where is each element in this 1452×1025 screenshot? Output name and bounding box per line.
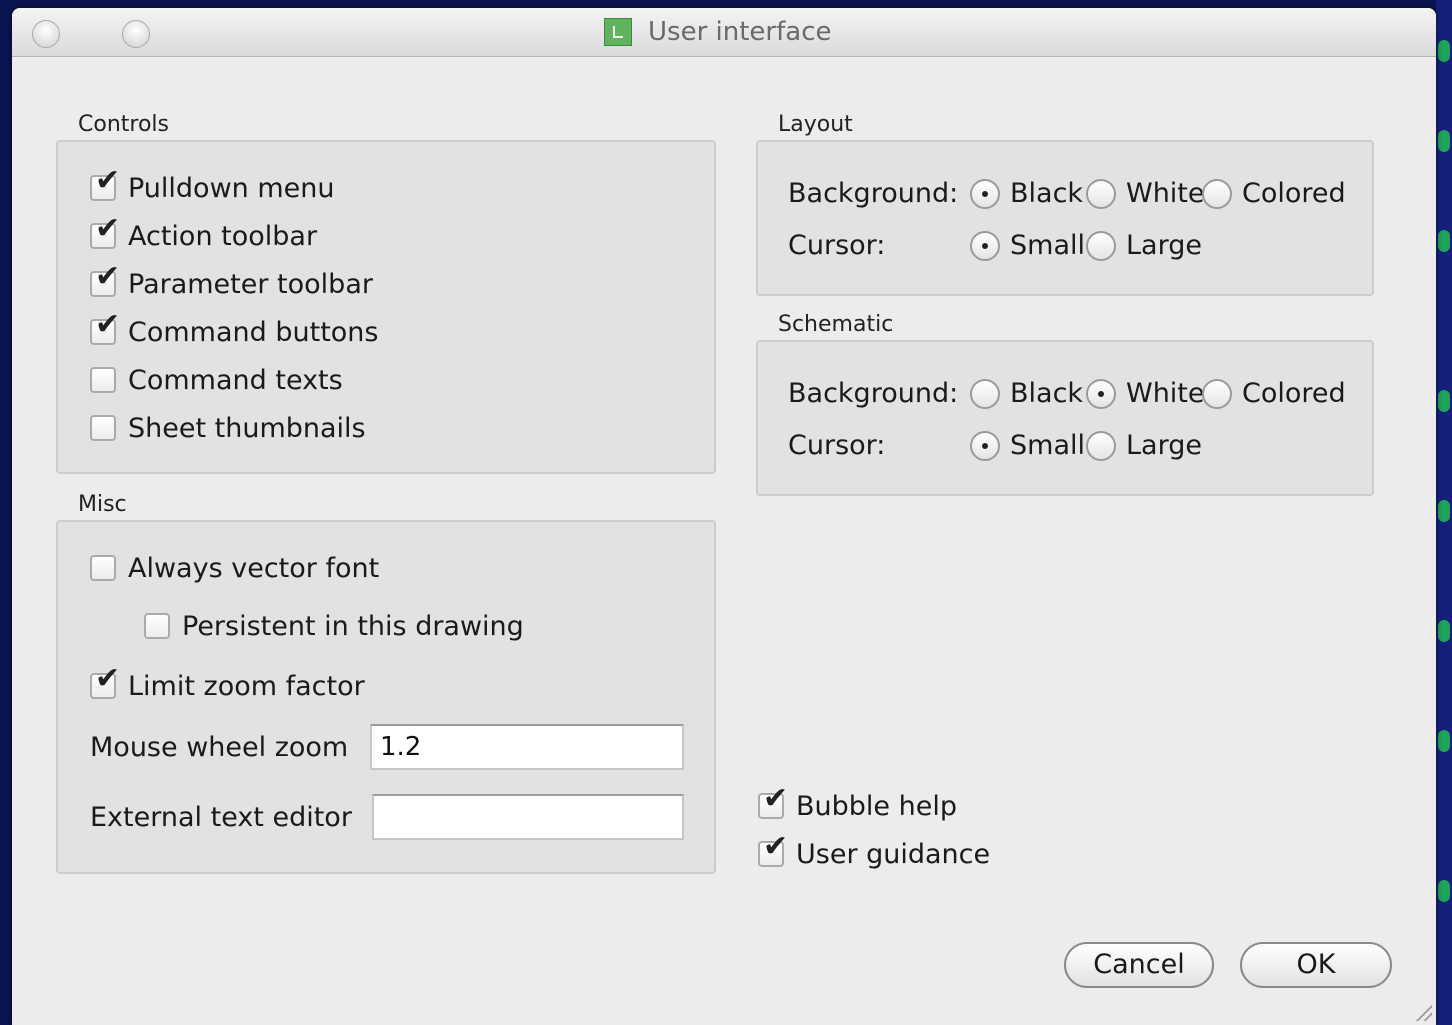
bubble-help-label: Bubble help	[796, 790, 957, 822]
mouse-wheel-zoom-input[interactable]	[370, 724, 684, 770]
desktop-decoration	[1438, 390, 1450, 412]
action-toolbar-checkbox-row[interactable]: Action toolbar	[90, 214, 318, 254]
layout-background-colored-label: Colored	[1242, 178, 1346, 209]
schematic-cursor-large-label: Large	[1126, 430, 1202, 461]
persistent-label: Persistent in this drawing	[182, 610, 524, 642]
schematic-cursor-large-radio[interactable]	[1086, 431, 1116, 461]
schematic-background-colored-radio[interactable]	[1202, 379, 1232, 409]
minimize-window-button[interactable]	[122, 20, 150, 48]
pulldown-menu-label: Pulldown menu	[128, 172, 335, 204]
parameter-toolbar-checkbox[interactable]	[90, 262, 120, 297]
action-toolbar-checkbox[interactable]	[90, 214, 120, 249]
always-vector-font-label: Always vector font	[128, 552, 380, 584]
desktop-decoration	[1438, 730, 1450, 752]
layout-panel	[756, 140, 1374, 296]
mouse-wheel-zoom-label: Mouse wheel zoom	[90, 732, 349, 763]
schematic-background-colored-label: Colored	[1242, 378, 1346, 409]
desktop-decoration	[1438, 230, 1450, 252]
schematic-group-label: Schematic	[778, 312, 894, 337]
pulldown-menu-checkbox[interactable]	[90, 166, 120, 201]
bubble-help-checkbox-row[interactable]: Bubble help	[758, 784, 957, 824]
command-buttons-checkbox-row[interactable]: Command buttons	[90, 310, 379, 350]
always-vector-font-checkbox-row[interactable]: Always vector font	[90, 550, 379, 586]
window-title: User interface	[604, 16, 832, 48]
parameter-toolbar-label: Parameter toolbar	[128, 268, 373, 300]
user-interface-dialog: User interface Controls Pulldown menu Ac…	[12, 8, 1436, 1025]
layout-background-white-radio[interactable]	[1086, 179, 1116, 209]
user-guidance-label: User guidance	[796, 838, 991, 870]
ok-button[interactable]: OK	[1240, 942, 1392, 988]
command-texts-checkbox[interactable]	[90, 367, 116, 393]
layout-cursor-large-radio[interactable]	[1086, 231, 1116, 261]
layout-group-label: Layout	[778, 112, 853, 137]
command-texts-label: Command texts	[128, 364, 343, 396]
desktop-decoration	[1438, 500, 1450, 522]
limit-zoom-checkbox-row[interactable]: Limit zoom factor	[90, 664, 365, 704]
window-title-text: User interface	[648, 17, 832, 47]
desktop-decoration	[1438, 130, 1450, 152]
layout-background-black-label: Black	[1010, 178, 1084, 209]
schematic-panel	[756, 340, 1374, 496]
resize-grip-icon[interactable]	[1414, 1003, 1432, 1021]
schematic-cursor-small-radio[interactable]	[970, 431, 1000, 461]
limit-zoom-label: Limit zoom factor	[128, 670, 365, 702]
pulldown-menu-checkbox-row[interactable]: Pulldown menu	[90, 166, 335, 206]
misc-group-label: Misc	[78, 492, 127, 517]
layout-background-black-radio[interactable]	[970, 179, 1000, 209]
schematic-cursor-label: Cursor:	[788, 430, 886, 461]
layout-background-white-label: White	[1126, 178, 1205, 209]
external-text-editor-input[interactable]	[372, 794, 684, 840]
desktop-decoration	[1438, 620, 1450, 642]
sheet-thumbnails-checkbox[interactable]	[90, 415, 116, 441]
sheet-thumbnails-checkbox-row[interactable]: Sheet thumbnails	[90, 410, 366, 446]
schematic-background-black-radio[interactable]	[970, 379, 1000, 409]
user-guidance-checkbox-row[interactable]: User guidance	[758, 832, 991, 872]
always-vector-font-checkbox[interactable]	[90, 555, 116, 581]
layout-background-colored-radio[interactable]	[1202, 179, 1232, 209]
layout-background-label: Background:	[788, 178, 959, 209]
layout-cursor-radio-group: Cursor: Small Large	[788, 226, 1368, 266]
schematic-background-radio-group: Background: Black White Colored	[788, 374, 1368, 414]
command-texts-checkbox-row[interactable]: Command texts	[90, 362, 343, 398]
persistent-checkbox-row[interactable]: Persistent in this drawing	[144, 608, 524, 644]
layout-cursor-small-label: Small	[1010, 230, 1085, 261]
schematic-background-white-radio[interactable]	[1086, 379, 1116, 409]
limit-zoom-checkbox[interactable]	[90, 664, 120, 699]
layout-cursor-large-label: Large	[1126, 230, 1202, 261]
schematic-background-white-label: White	[1126, 378, 1205, 409]
desktop-decoration	[1438, 40, 1450, 62]
user-guidance-checkbox[interactable]	[758, 832, 788, 867]
layout-cursor-small-radio[interactable]	[970, 231, 1000, 261]
schematic-background-black-label: Black	[1010, 378, 1084, 409]
bubble-help-checkbox[interactable]	[758, 784, 788, 819]
sheet-thumbnails-label: Sheet thumbnails	[128, 412, 366, 444]
action-toolbar-label: Action toolbar	[128, 220, 318, 252]
parameter-toolbar-checkbox-row[interactable]: Parameter toolbar	[90, 262, 373, 302]
schematic-cursor-small-label: Small	[1010, 430, 1085, 461]
schematic-background-label: Background:	[788, 378, 959, 409]
command-buttons-checkbox[interactable]	[90, 310, 120, 345]
close-window-button[interactable]	[32, 20, 60, 48]
external-text-editor-label: External text editor	[90, 802, 352, 833]
layout-background-radio-group: Background: Black White Colored	[788, 174, 1368, 214]
schematic-cursor-radio-group: Cursor: Small Large	[788, 426, 1368, 466]
layout-cursor-label: Cursor:	[788, 230, 886, 261]
command-buttons-label: Command buttons	[128, 316, 379, 348]
title-bar[interactable]: User interface	[12, 8, 1436, 57]
app-icon	[604, 18, 632, 46]
persistent-checkbox[interactable]	[144, 613, 170, 639]
cancel-button[interactable]: Cancel	[1064, 942, 1214, 988]
desktop-decoration	[1438, 880, 1450, 902]
controls-group-label: Controls	[78, 112, 169, 137]
